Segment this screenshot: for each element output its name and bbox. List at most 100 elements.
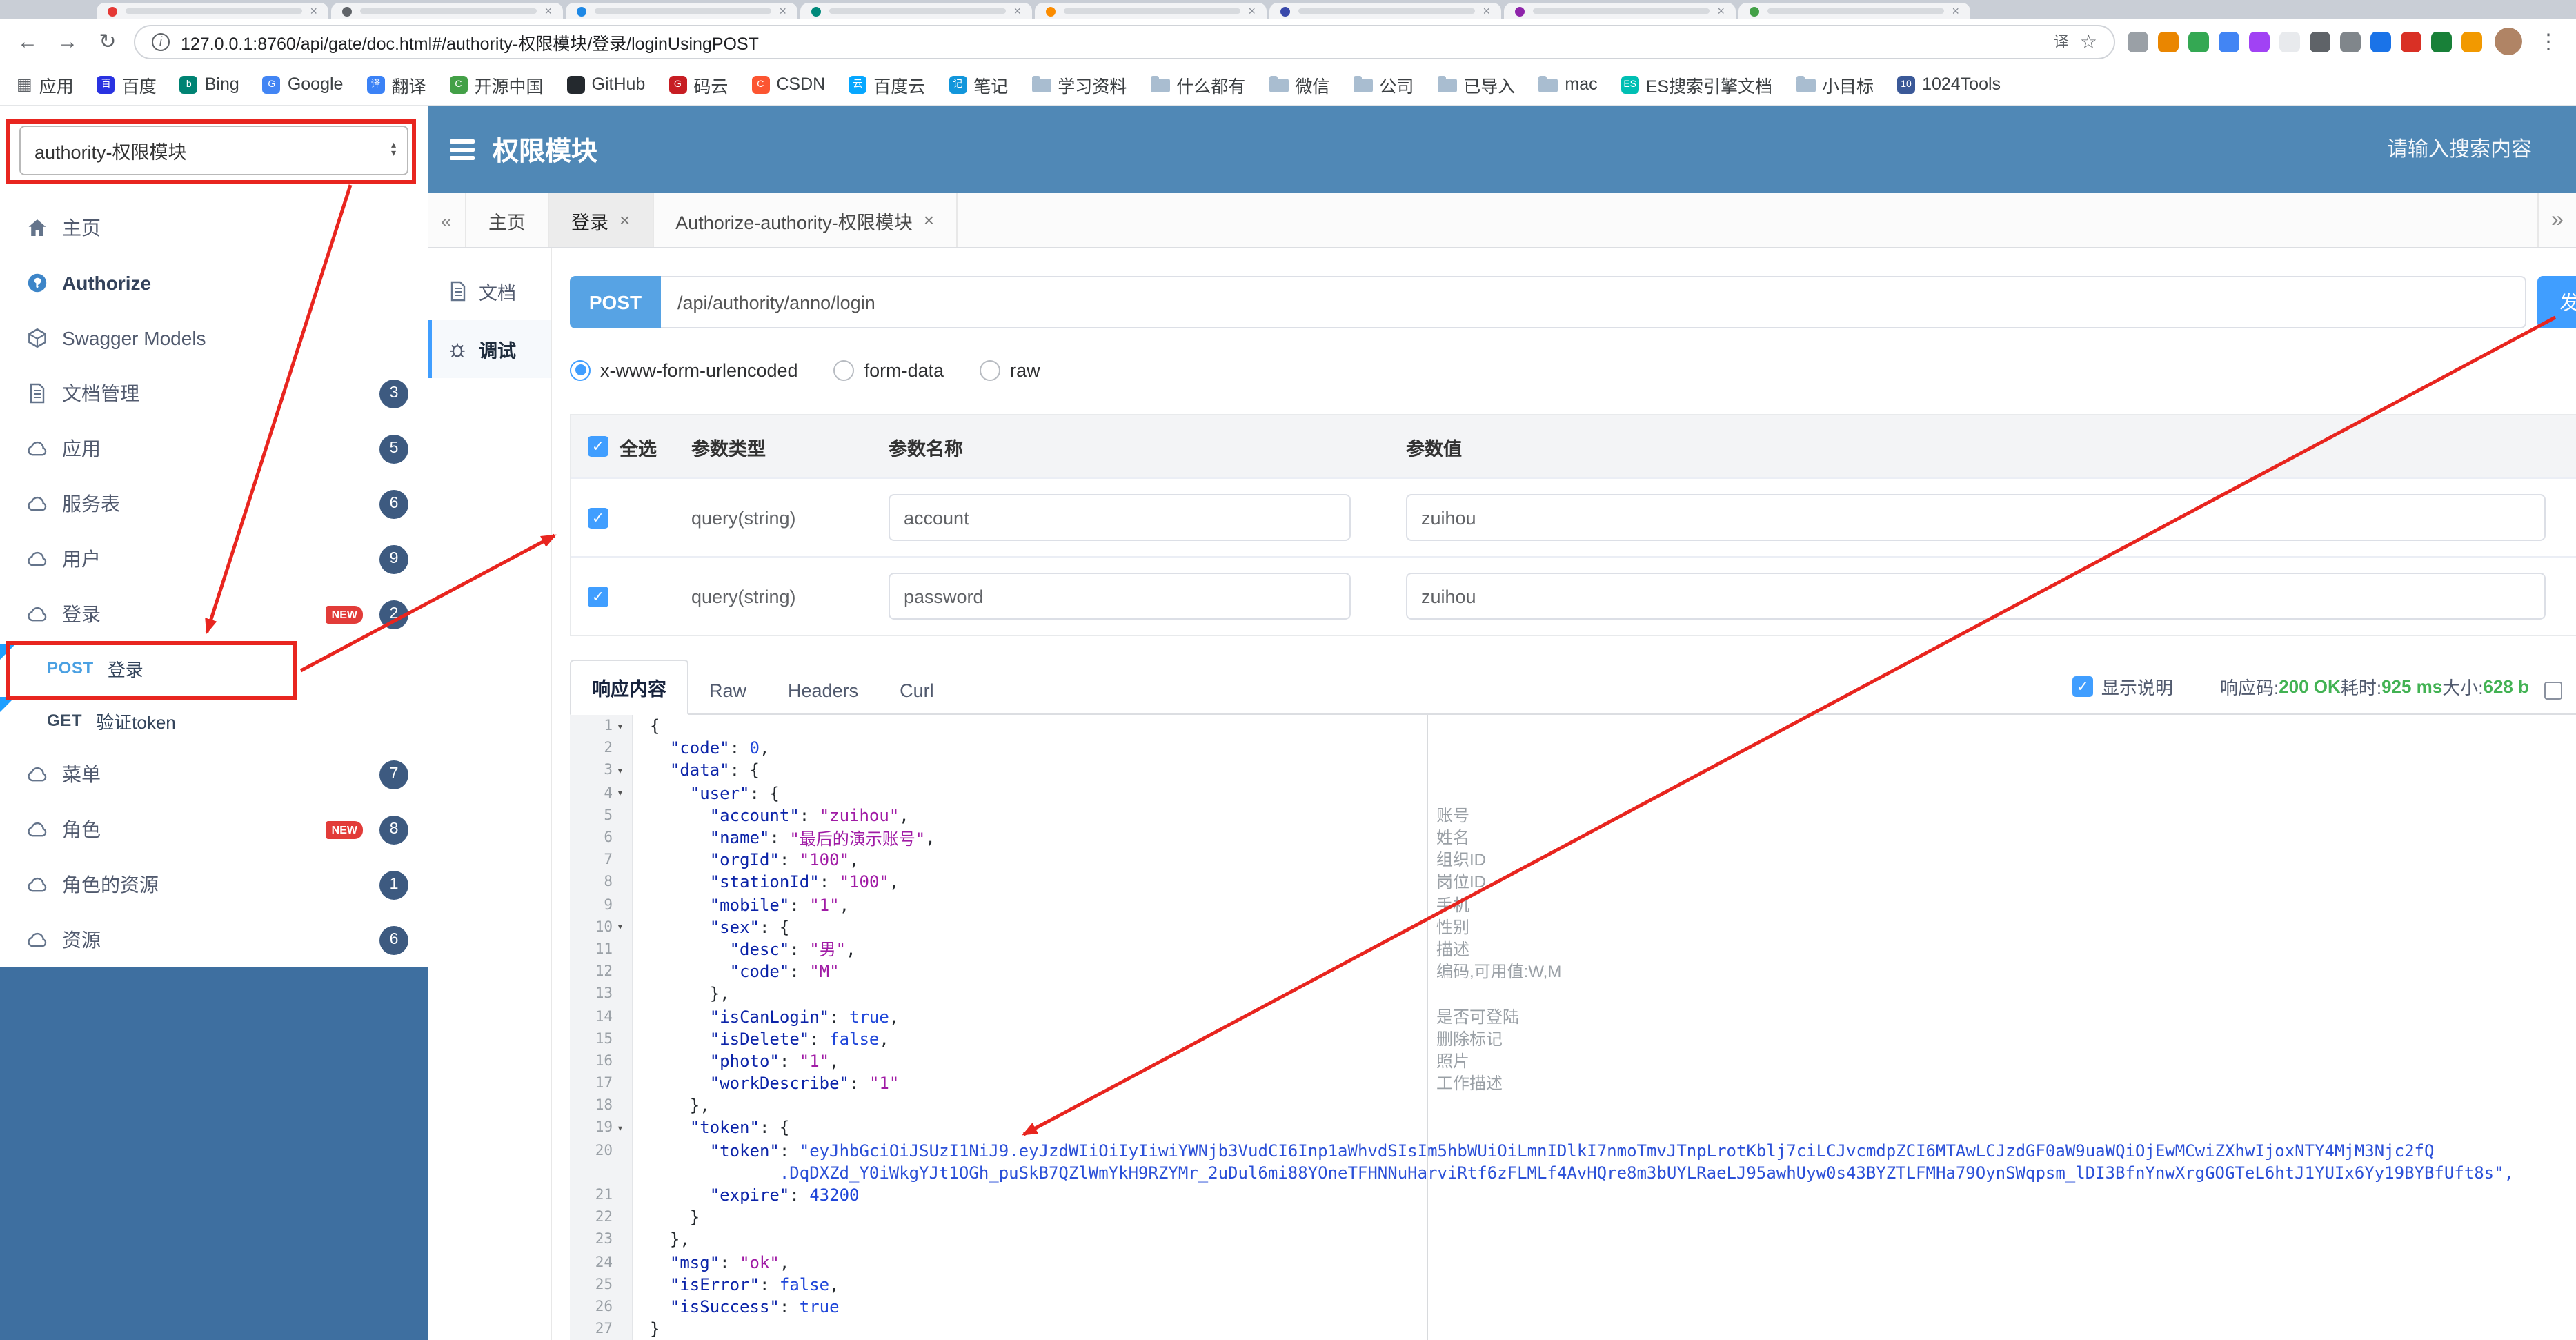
extension-icon[interactable]: [2219, 31, 2239, 52]
sidebar-item[interactable]: 应用 5: [0, 421, 428, 476]
extension-icon[interactable]: [2188, 31, 2209, 52]
content-type-option[interactable]: form-data: [833, 359, 944, 380]
bookmark-item[interactable]: 记笔记: [949, 71, 1008, 97]
param-name-input[interactable]: [889, 573, 1351, 620]
bookmark-item[interactable]: ES ES搜索引擎文档: [1621, 71, 1772, 97]
bookmark-item[interactable]: C CSDN: [751, 75, 825, 94]
bookmark-item[interactable]: ▦ 应用: [17, 71, 74, 97]
bookmark-item[interactable]: G Google: [262, 75, 343, 94]
extension-icon[interactable]: [2431, 31, 2452, 52]
request-path-input[interactable]: [661, 276, 2526, 328]
sidebar-item[interactable]: 菜单 7: [0, 747, 428, 802]
extension-icon[interactable]: [2158, 31, 2179, 52]
bookmark-item[interactable]: 小目标: [1796, 71, 1874, 97]
header-search-input[interactable]: [2228, 138, 2532, 161]
browser-tab[interactable]: ×: [97, 3, 328, 19]
browser-tab[interactable]: ×: [1269, 3, 1501, 19]
bookmark-item[interactable]: C 开源中国: [449, 71, 544, 97]
translate-icon[interactable]: 译: [2054, 30, 2069, 52]
tab-close-icon[interactable]: ×: [1717, 4, 1725, 17]
show-description-checkbox[interactable]: ✓: [2072, 676, 2093, 697]
profile-avatar[interactable]: [2495, 28, 2522, 55]
row-checkbox[interactable]: ✓: [588, 586, 608, 607]
tab-close-icon[interactable]: ×: [779, 4, 786, 17]
param-name-input[interactable]: [889, 494, 1351, 541]
select-all-checkbox[interactable]: ✓: [588, 436, 608, 457]
sidebar-item[interactable]: 服务表 6: [0, 476, 428, 531]
module-select[interactable]: authority-权限模块 ▴ ▾: [19, 125, 408, 175]
sidebar-item[interactable]: Authorize: [0, 255, 428, 311]
response-tab[interactable]: Headers: [767, 668, 879, 713]
sidebar-item[interactable]: 主页: [0, 200, 428, 255]
content-type-option[interactable]: x-www-form-urlencoded: [570, 359, 798, 380]
extension-icon[interactable]: [2461, 31, 2482, 52]
extension-icon[interactable]: [2128, 31, 2148, 52]
menu-toggle-icon[interactable]: [450, 139, 475, 160]
extension-icon[interactable]: [2340, 31, 2361, 52]
bookmark-item[interactable]: 百百度: [97, 71, 157, 97]
browser-menu-icon[interactable]: ⋮: [2535, 29, 2562, 54]
response-tab[interactable]: Curl: [879, 668, 955, 713]
tab-close-icon[interactable]: ×: [620, 210, 630, 230]
doc-nav-debug[interactable]: 调试: [428, 320, 551, 378]
site-info-icon[interactable]: i: [152, 32, 170, 50]
url-bar[interactable]: i 127.0.0.1:8760/api/gate/doc.html#/auth…: [134, 24, 2115, 59]
sidebar-item[interactable]: 登录 NEW 2: [0, 587, 428, 642]
row-checkbox[interactable]: ✓: [588, 507, 608, 528]
api-item[interactable]: POST 登录: [0, 642, 428, 694]
response-tab[interactable]: Raw: [688, 668, 767, 713]
sidebar-item[interactable]: 角色 NEW 8: [0, 802, 428, 857]
send-button[interactable]: 发送: [2537, 276, 2576, 328]
tab-close-icon[interactable]: ×: [310, 4, 317, 17]
sidebar-item[interactable]: 文档管理 3: [0, 366, 428, 421]
bookmark-item[interactable]: 译翻译: [366, 71, 426, 97]
extension-icon[interactable]: [2279, 31, 2300, 52]
extension-icon[interactable]: [2401, 31, 2421, 52]
bookmark-item[interactable]: b Bing: [179, 75, 239, 94]
tab-close-icon[interactable]: ×: [1952, 4, 1959, 17]
bookmark-item[interactable]: 微信: [1269, 71, 1329, 97]
tab-close-icon[interactable]: ×: [1013, 4, 1021, 17]
main-tab[interactable]: Authorize-authority-权限模块 ×: [653, 193, 958, 247]
sidebar-item[interactable]: 资源 6: [0, 912, 428, 967]
back-icon[interactable]: ←: [14, 30, 41, 53]
bookmark-item[interactable]: mac: [1538, 75, 1598, 94]
sidebar-item[interactable]: 角色的资源 1: [0, 857, 428, 912]
tab-close-icon[interactable]: ×: [1483, 4, 1490, 17]
content-type-option[interactable]: raw: [980, 359, 1040, 380]
browser-tab[interactable]: ×: [800, 3, 1032, 19]
reload-icon[interactable]: ↻: [94, 29, 121, 54]
bookmark-item[interactable]: 什么都有: [1150, 71, 1245, 97]
browser-tab[interactable]: ×: [1035, 3, 1267, 19]
tab-close-icon[interactable]: ×: [544, 4, 552, 17]
bookmark-item[interactable]: 已导入: [1437, 71, 1515, 97]
bookmark-item[interactable]: GitHub: [566, 75, 645, 94]
extension-icon[interactable]: [2370, 31, 2391, 52]
sidebar-item[interactable]: Swagger Models: [0, 311, 428, 366]
bookmark-item[interactable]: 10 1024Tools: [1897, 75, 2001, 94]
api-item[interactable]: GET 验证token: [0, 694, 428, 747]
browser-tab[interactable]: ×: [1504, 3, 1736, 19]
bookmark-item[interactable]: 云百度云: [849, 71, 925, 97]
param-value-input[interactable]: [1406, 494, 2546, 541]
doc-nav-doc[interactable]: 文档: [428, 262, 551, 320]
bookmark-item[interactable]: 学习资料: [1031, 71, 1127, 97]
response-tab[interactable]: 响应内容: [570, 660, 688, 715]
extension-icon[interactable]: [2310, 31, 2330, 52]
tab-close-icon[interactable]: ×: [1248, 4, 1256, 17]
main-tab[interactable]: 主页: [466, 193, 549, 247]
extension-icon[interactable]: [2249, 31, 2270, 52]
browser-tab[interactable]: ×: [1738, 3, 1970, 19]
main-tab[interactable]: 登录 ×: [549, 193, 654, 247]
tab-close-icon[interactable]: ×: [924, 210, 934, 230]
browser-tab[interactable]: ×: [566, 3, 797, 19]
tabs-scroll-right-icon[interactable]: »: [2537, 193, 2576, 247]
sidebar-item[interactable]: 用户 9: [0, 531, 428, 587]
fullscreen-icon[interactable]: [2544, 682, 2562, 700]
browser-tab[interactable]: ×: [331, 3, 563, 19]
bookmark-item[interactable]: 公司: [1353, 71, 1414, 97]
bookmark-star-icon[interactable]: ☆: [2080, 30, 2097, 53]
forward-icon[interactable]: →: [54, 30, 81, 53]
bookmark-item[interactable]: G 码云: [668, 71, 728, 97]
param-value-input[interactable]: [1406, 573, 2546, 620]
